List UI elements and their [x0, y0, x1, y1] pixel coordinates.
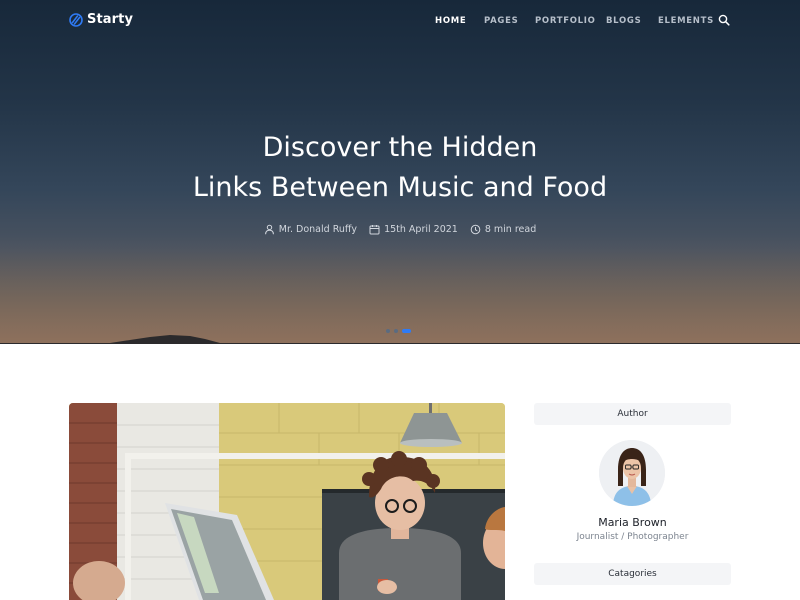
meta-read-time: 8 min read [470, 224, 536, 235]
hero-banner: Starty HOME PAGES PORTFOLIO BLOGS ELEMEN… [0, 0, 800, 344]
nav-item-home[interactable]: HOME [435, 16, 466, 26]
calendar-icon [369, 225, 380, 235]
meta-author-name: Mr. Donald Ruffy [278, 224, 358, 235]
search-icon[interactable] [718, 14, 730, 26]
slider-dots [386, 329, 411, 333]
brand-name: Starty [87, 12, 134, 27]
slider-dot-2[interactable] [394, 329, 398, 333]
office-photo-illustration [69, 403, 505, 600]
clock-icon [470, 224, 481, 235]
hero-title-line-1: Discover the Hidden [262, 132, 538, 163]
hero-title: Discover the Hidden Links Between Music … [0, 128, 800, 208]
meta-author[interactable]: Mr. Donald Ruffy [264, 224, 357, 235]
meta-date-text: 15th April 2021 [384, 224, 458, 235]
author-widget-heading: Author [534, 403, 731, 425]
post-featured-image[interactable] [69, 403, 505, 600]
slider-dot-3[interactable] [402, 329, 411, 333]
author-portrait [599, 440, 665, 506]
author-name[interactable]: Maria Brown [534, 516, 731, 529]
nav-item-pages[interactable]: PAGES [484, 16, 518, 26]
author-avatar[interactable] [599, 440, 665, 506]
author-role: Journalist / Photographer [576, 532, 689, 542]
slider-dot-1[interactable] [386, 329, 390, 333]
meta-read-time-text: 8 min read [484, 224, 537, 235]
mountain-silhouette [0, 335, 800, 344]
categories-widget-heading: Catagories [534, 563, 731, 585]
nav-item-blogs[interactable]: BLOGS [606, 16, 641, 26]
logo-icon [69, 12, 83, 27]
logo[interactable]: Starty [69, 12, 133, 27]
nav-item-portfolio[interactable]: PORTFOLIO [535, 16, 596, 26]
post-meta: Mr. Donald Ruffy 15th April 2021 8 min r… [0, 224, 800, 235]
hero-title-line-2: Links Between Music and Food [192, 172, 608, 203]
user-icon [264, 224, 274, 235]
navbar: Starty HOME PAGES PORTFOLIO BLOGS ELEMEN… [0, 0, 800, 42]
meta-date: 15th April 2021 [369, 224, 458, 235]
nav-item-elements[interactable]: ELEMENTS [658, 16, 714, 26]
